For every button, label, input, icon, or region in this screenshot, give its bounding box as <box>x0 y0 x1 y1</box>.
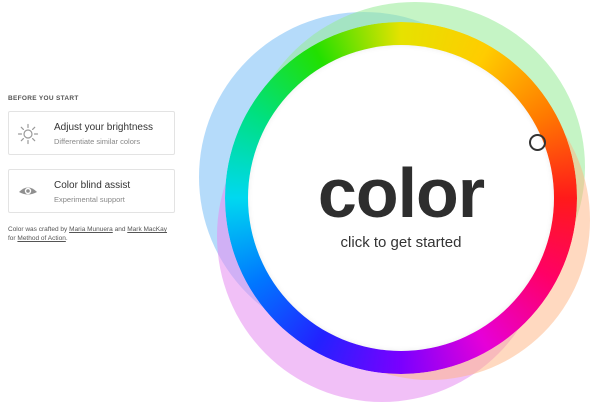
brightness-option-subtitle: Differentiate similar colors <box>54 137 141 146</box>
brightness-option-title: Adjust your brightness <box>54 122 153 133</box>
color-wheel[interactable]: color click to get started <box>195 0 600 407</box>
author-link-maria[interactable]: Maria Munuera <box>69 226 113 233</box>
picker-handle-icon[interactable] <box>529 134 546 151</box>
brightness-option-card[interactable]: Adjust your brightness Differentiate sim… <box>8 111 175 155</box>
eye-icon <box>19 187 37 195</box>
org-link[interactable]: Method of Action <box>17 235 65 242</box>
wheel-title: color <box>317 154 485 232</box>
author-link-mark[interactable]: Mark MacKay <box>127 226 167 233</box>
section-label: BEFORE YOU START <box>8 95 79 102</box>
credits-text: Color was crafted by Maria Munuera and M… <box>8 225 198 243</box>
credits-suffix: . <box>65 235 68 242</box>
color-blind-option-title: Color blind assist <box>54 180 131 191</box>
sun-icon <box>17 123 39 145</box>
get-started-label: click to get started <box>340 234 462 251</box>
page: BEFORE YOU START Adjust your brightness … <box>0 0 600 407</box>
color-blind-option-card[interactable]: Color blind assist Experimental support <box>8 169 175 213</box>
credits-and: and <box>114 226 126 233</box>
color-blind-option-subtitle: Experimental support <box>54 195 125 204</box>
credits-prefix: Color was crafted by <box>8 226 68 233</box>
credits-for: for <box>8 235 16 242</box>
